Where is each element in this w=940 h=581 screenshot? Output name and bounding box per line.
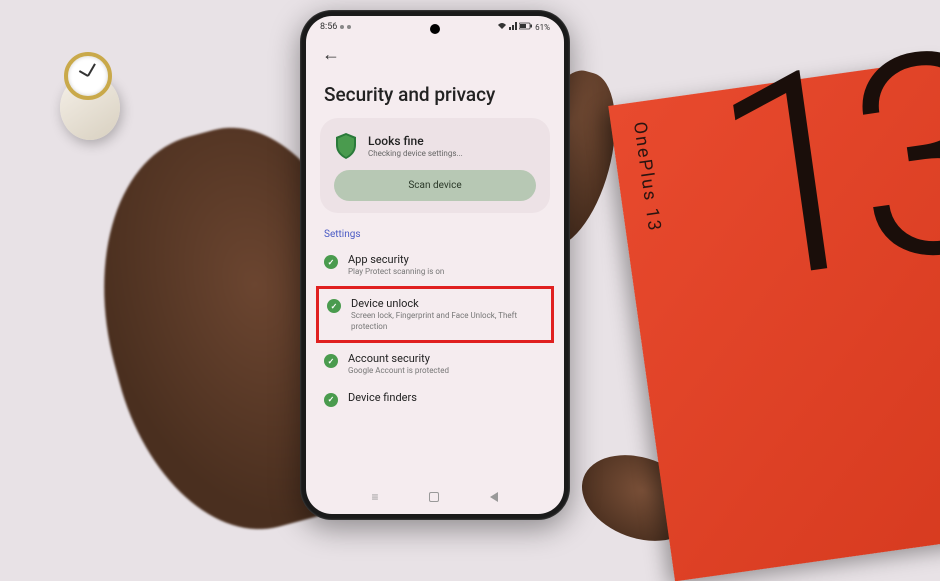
list-item-app-security[interactable]: App security Play Protect scanning is on xyxy=(306,246,564,284)
back-button[interactable]: ← xyxy=(306,34,564,69)
item-title: App security xyxy=(348,253,546,266)
phone-device: 8:56 61% ← Security and privacy xyxy=(300,10,570,520)
check-icon xyxy=(327,299,341,313)
battery-percent: 61% xyxy=(535,23,550,32)
shield-icon xyxy=(334,132,358,160)
status-time: 8:56 xyxy=(320,22,337,32)
notification-dot-icon xyxy=(340,25,344,29)
check-icon xyxy=(324,393,338,407)
arrow-back-icon: ← xyxy=(322,44,340,65)
box-brand-label: OnePlus 13 xyxy=(629,120,665,233)
list-item-device-unlock[interactable]: Device unlock Screen lock, Fingerprint a… xyxy=(327,293,543,336)
item-title: Account security xyxy=(348,352,546,365)
list-item-device-finders[interactable]: Device finders xyxy=(306,384,564,414)
front-camera xyxy=(430,24,440,34)
notification-dot-icon xyxy=(347,25,351,29)
recents-icon[interactable]: ≡ xyxy=(371,490,378,504)
phone-screen: 8:56 61% ← Security and privacy xyxy=(306,16,564,514)
signal-icon xyxy=(509,22,517,32)
box-model-number: 13 xyxy=(702,25,940,312)
check-icon xyxy=(324,255,338,269)
page-title: Security and privacy xyxy=(306,69,564,118)
item-title: Device finders xyxy=(348,391,546,404)
scan-device-button[interactable]: Scan device xyxy=(334,170,536,201)
check-icon xyxy=(324,354,338,368)
list-item-account-security[interactable]: Account security Google Account is prote… xyxy=(306,345,564,383)
section-label: Settings xyxy=(306,213,564,246)
desk-clock xyxy=(50,50,130,140)
security-status-card: Looks fine Checking device settings... S… xyxy=(320,118,550,213)
back-nav-icon[interactable] xyxy=(490,492,498,502)
status-title: Looks fine xyxy=(368,134,536,148)
navigation-bar: ≡ xyxy=(306,484,564,510)
highlight-box: Device unlock Screen lock, Fingerprint a… xyxy=(316,286,554,343)
wifi-icon xyxy=(497,22,507,32)
battery-icon xyxy=(519,22,533,32)
status-subtitle: Checking device settings... xyxy=(368,149,536,158)
home-icon[interactable] xyxy=(429,492,439,502)
item-subtitle: Screen lock, Fingerprint and Face Unlock… xyxy=(351,311,543,332)
item-subtitle: Play Protect scanning is on xyxy=(348,267,546,277)
item-title: Device unlock xyxy=(351,297,543,310)
item-subtitle: Google Account is protected xyxy=(348,366,546,376)
